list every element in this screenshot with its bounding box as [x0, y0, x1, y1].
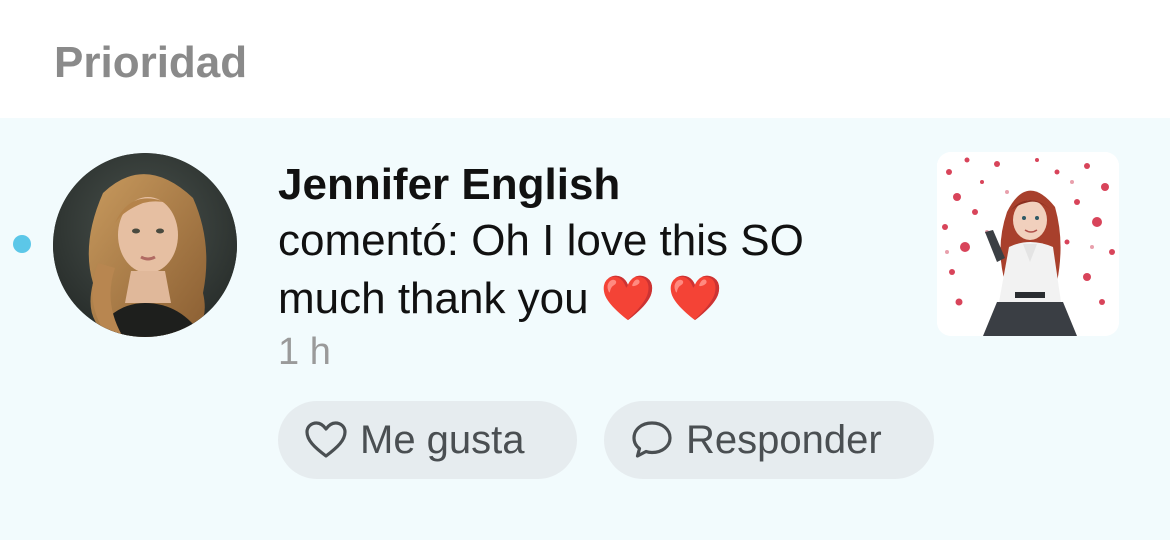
notification-message: comentó: Oh I love this SO much thank yo…	[278, 216, 804, 323]
speech-bubble-icon	[630, 419, 674, 461]
post-thumbnail[interactable]	[937, 152, 1119, 336]
section-title: Prioridad	[54, 38, 248, 87]
reply-button[interactable]: Responder	[604, 401, 934, 479]
avatar[interactable]	[53, 153, 237, 337]
notifications-page: Prioridad Jennifer English comentó: Oh I…	[0, 0, 1170, 540]
heart-outline-icon	[304, 420, 348, 460]
like-label: Me gusta	[360, 418, 525, 462]
timestamp: 1 h	[278, 331, 331, 373]
reply-label: Responder	[686, 418, 882, 462]
notification-item[interactable]: Jennifer English comentó: Oh I love this…	[0, 118, 1170, 540]
section-header: Prioridad	[0, 0, 1170, 118]
unread-indicator	[13, 235, 31, 253]
like-button[interactable]: Me gusta	[278, 401, 577, 479]
notification-content: Jennifer English comentó: Oh I love this…	[278, 158, 908, 374]
author-name[interactable]: Jennifer English	[278, 158, 908, 212]
